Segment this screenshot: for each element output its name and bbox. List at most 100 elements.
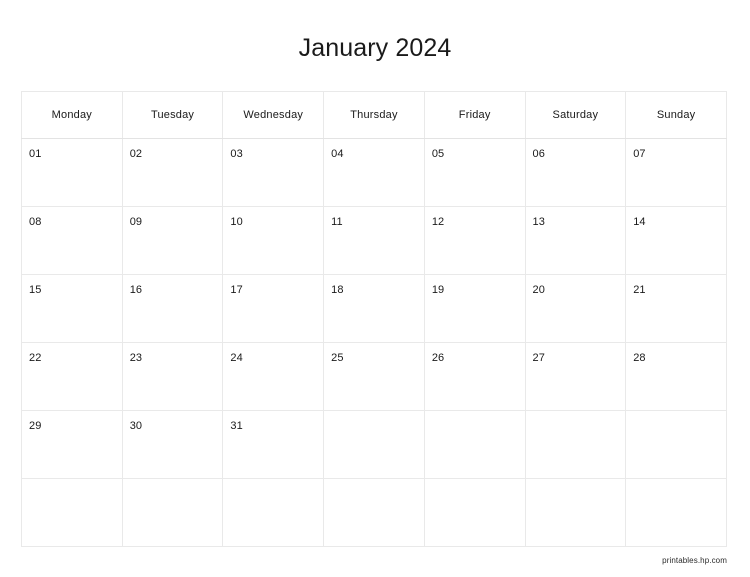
calendar-grid: Monday Tuesday Wednesday Thursday Friday…	[21, 91, 727, 547]
day-number: 09	[129, 216, 143, 228]
day-cell[interactable]: 07	[625, 138, 727, 207]
day-cell[interactable]: 10	[222, 206, 325, 275]
day-cell[interactable]: 11	[323, 206, 425, 275]
day-cell[interactable]: 09	[121, 206, 224, 275]
day-cell[interactable]: 31	[222, 410, 325, 479]
day-cell-empty[interactable]	[524, 478, 627, 547]
page-title: January 2024	[298, 34, 452, 62]
day-cell[interactable]: 23	[121, 342, 224, 411]
day-cell[interactable]: 17	[222, 274, 325, 343]
day-number	[324, 411, 424, 432]
day-number: 14	[633, 216, 646, 228]
day-number	[425, 479, 525, 500]
day-cell[interactable]: 25	[323, 342, 425, 411]
day-cell[interactable]: 04	[323, 138, 425, 207]
day-cell[interactable]: 16	[121, 274, 224, 343]
day-cell[interactable]: 24	[222, 342, 325, 411]
day-cell[interactable]: 26	[423, 342, 526, 411]
weekday-header-tuesday: Tuesday	[121, 91, 224, 139]
weekday-header-wednesday: Wednesday	[222, 91, 325, 139]
day-cell[interactable]: 08	[21, 206, 123, 275]
day-number: 24	[230, 352, 243, 364]
day-cell[interactable]: 06	[524, 138, 627, 207]
day-number: 19	[431, 284, 445, 296]
day-number	[123, 479, 223, 500]
day-number	[526, 411, 626, 432]
calendar-week-row	[21, 478, 727, 547]
day-number	[22, 479, 122, 500]
day-cell-empty[interactable]	[423, 410, 526, 479]
day-number: 07	[633, 148, 646, 160]
day-number	[526, 479, 626, 500]
day-number: 29	[29, 420, 42, 432]
day-number: 21	[633, 284, 646, 296]
day-cell[interactable]: 02	[121, 138, 224, 207]
calendar-week-row: 01 02 03 04 05 06 07	[21, 138, 727, 207]
day-cell[interactable]: 21	[625, 274, 727, 343]
day-cell-empty[interactable]	[323, 410, 425, 479]
day-cell[interactable]: 15	[21, 274, 123, 343]
day-number: 12	[431, 216, 445, 228]
weekday-header-row: Monday Tuesday Wednesday Thursday Friday…	[21, 91, 727, 139]
day-cell[interactable]: 14	[625, 206, 727, 275]
day-number: 16	[129, 284, 143, 296]
day-cell[interactable]: 12	[423, 206, 526, 275]
day-cell-empty[interactable]	[21, 478, 123, 547]
day-cell[interactable]: 05	[423, 138, 526, 207]
weekday-header-saturday: Saturday	[524, 91, 627, 139]
day-cell[interactable]: 30	[121, 410, 224, 479]
day-cell[interactable]: 20	[524, 274, 627, 343]
day-cell[interactable]: 22	[21, 342, 123, 411]
day-number: 08	[29, 216, 42, 228]
day-number: 22	[29, 352, 42, 364]
day-cell-empty[interactable]	[524, 410, 627, 479]
day-number	[425, 411, 525, 432]
calendar-week-row: 22 23 24 25 26 27 28	[21, 342, 727, 411]
calendar-week-row: 08 09 10 11 12 13 14	[21, 206, 727, 275]
calendar-page: January 2024 Monday Tuesday Wednesday Th…	[0, 0, 750, 577]
day-cell[interactable]: 01	[21, 138, 123, 207]
day-number: 26	[431, 352, 445, 364]
day-cell-empty[interactable]	[625, 478, 727, 547]
day-number	[626, 411, 726, 432]
day-cell[interactable]: 19	[423, 274, 526, 343]
day-cell[interactable]: 03	[222, 138, 325, 207]
day-number: 11	[331, 216, 343, 228]
weekday-header-friday: Friday	[423, 91, 526, 139]
calendar-header-row: Monday Tuesday Wednesday Thursday Friday…	[21, 91, 727, 139]
day-cell[interactable]: 29	[21, 410, 123, 479]
day-number: 18	[331, 284, 344, 296]
weekday-header-thursday: Thursday	[323, 91, 425, 139]
day-number: 03	[230, 148, 243, 160]
calendar-week-row: 15 16 17 18 19 20 21	[21, 274, 727, 343]
calendar-body: 01 02 03 04 05 06 07 08 09 10 11 12 13 1…	[21, 138, 727, 547]
day-cell-empty[interactable]	[423, 478, 526, 547]
day-number	[324, 479, 424, 500]
day-cell[interactable]: 27	[524, 342, 627, 411]
day-number: 28	[633, 352, 646, 364]
day-number: 25	[331, 352, 344, 364]
day-number: 23	[129, 352, 143, 364]
day-cell-empty[interactable]	[121, 478, 224, 547]
day-number: 20	[532, 284, 545, 296]
day-number: 04	[331, 148, 344, 160]
day-number	[223, 479, 323, 500]
day-number: 30	[129, 420, 143, 432]
day-cell-empty[interactable]	[222, 478, 325, 547]
day-cell[interactable]: 13	[524, 206, 627, 275]
day-number: 31	[230, 420, 243, 432]
day-cell-empty[interactable]	[323, 478, 425, 547]
day-cell[interactable]: 18	[323, 274, 425, 343]
day-cell[interactable]: 28	[625, 342, 727, 411]
day-number: 27	[532, 352, 545, 364]
weekday-header-monday: Monday	[21, 91, 123, 139]
day-number: 01	[29, 148, 42, 160]
calendar-week-row: 29 30 31	[21, 410, 727, 479]
day-number: 10	[230, 216, 243, 228]
day-number: 05	[431, 148, 445, 160]
day-cell-empty[interactable]	[625, 410, 727, 479]
day-number: 15	[29, 284, 42, 296]
day-number: 13	[532, 216, 545, 228]
day-number: 06	[532, 148, 545, 160]
day-number: 17	[230, 284, 243, 296]
